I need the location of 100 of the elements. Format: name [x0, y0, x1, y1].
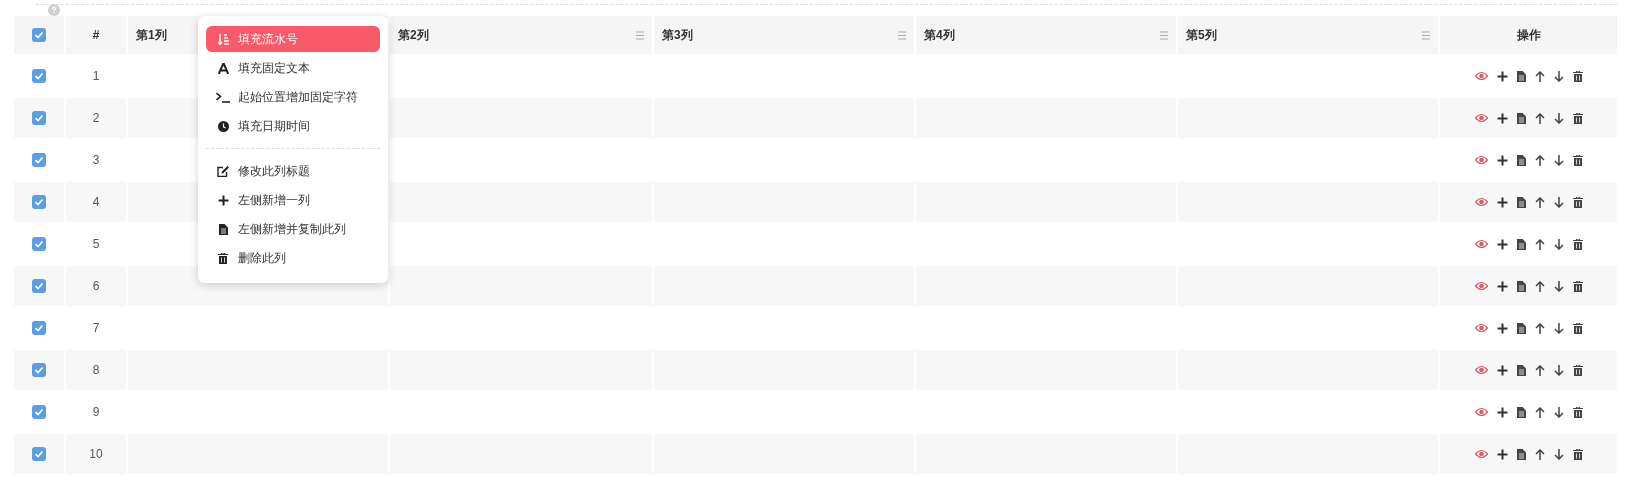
eye-icon[interactable] [1474, 407, 1488, 417]
check-icon [34, 323, 44, 333]
arrow-down-icon[interactable] [1553, 448, 1564, 460]
column-header: 操作 [1516, 27, 1541, 44]
check-icon [34, 197, 44, 207]
file-icon[interactable] [1516, 70, 1526, 82]
arrow-down-icon[interactable] [1553, 280, 1564, 292]
trash-icon[interactable] [1572, 112, 1583, 124]
eye-icon[interactable] [1474, 323, 1488, 333]
checkbox[interactable] [32, 279, 46, 293]
file-icon[interactable] [1516, 322, 1526, 334]
plus-icon[interactable] [1496, 406, 1508, 418]
plus-icon[interactable] [1496, 238, 1508, 250]
arrow-up-icon[interactable] [1534, 406, 1545, 418]
trash-icon[interactable] [1572, 322, 1583, 334]
eye-icon[interactable] [1474, 239, 1488, 249]
plus-icon[interactable] [1496, 448, 1508, 460]
row-number: 6 [92, 278, 100, 295]
check-icon [34, 281, 44, 291]
trash-icon[interactable] [1572, 406, 1583, 418]
eye-icon[interactable] [1474, 71, 1488, 81]
sort-icon [216, 33, 230, 45]
checkbox[interactable] [32, 405, 46, 419]
plus-icon[interactable] [1496, 280, 1508, 292]
plus-icon[interactable] [1496, 70, 1508, 82]
row-number: 8 [92, 362, 100, 379]
menu-item[interactable]: 左侧新增一列 [206, 187, 380, 213]
column-header: 第2列 [398, 27, 429, 44]
terminal-icon [216, 91, 230, 103]
trash-icon[interactable] [1572, 448, 1583, 460]
arrow-up-icon[interactable] [1534, 154, 1545, 166]
trash-icon[interactable] [1572, 280, 1583, 292]
file-icon[interactable] [1516, 280, 1526, 292]
arrow-down-icon[interactable] [1553, 322, 1564, 334]
trash-icon[interactable] [1572, 70, 1583, 82]
file-icon[interactable] [1516, 196, 1526, 208]
file-icon[interactable] [1516, 364, 1526, 376]
plus-icon[interactable] [1496, 154, 1508, 166]
checkbox[interactable] [32, 111, 46, 125]
eye-icon[interactable] [1474, 365, 1488, 375]
checkbox[interactable] [32, 69, 46, 83]
checkbox[interactable] [32, 195, 46, 209]
trash-icon[interactable] [1572, 154, 1583, 166]
plus-icon[interactable] [1496, 196, 1508, 208]
arrow-down-icon[interactable] [1553, 364, 1564, 376]
arrow-down-icon[interactable] [1553, 112, 1564, 124]
arrow-up-icon[interactable] [1534, 322, 1545, 334]
check-icon [34, 113, 44, 123]
trash-icon[interactable] [1572, 196, 1583, 208]
menu-item[interactable]: 填充日期时间 [206, 113, 380, 139]
menu-item[interactable]: 左侧新增并复制此列 [206, 216, 380, 242]
arrow-down-icon[interactable] [1553, 154, 1564, 166]
arrow-down-icon[interactable] [1553, 406, 1564, 418]
eye-icon[interactable] [1474, 449, 1488, 459]
arrow-up-icon[interactable] [1534, 448, 1545, 460]
column-header: 第3列 [662, 27, 693, 44]
arrow-down-icon[interactable] [1553, 70, 1564, 82]
trash-icon[interactable] [1572, 238, 1583, 250]
plus-icon[interactable] [1496, 322, 1508, 334]
checkbox[interactable] [32, 237, 46, 251]
plus-icon [216, 194, 230, 206]
file-icon[interactable] [1516, 154, 1526, 166]
column-header: 第1列 [136, 27, 167, 44]
check-icon [34, 239, 44, 249]
checkbox[interactable] [32, 447, 46, 461]
eye-icon[interactable] [1474, 113, 1488, 123]
menu-item[interactable]: 删除此列 [206, 245, 380, 271]
checkbox[interactable] [32, 321, 46, 335]
row-number: 5 [92, 236, 100, 253]
eye-icon[interactable] [1474, 155, 1488, 165]
row-number: 1 [92, 68, 100, 85]
checkbox[interactable] [32, 28, 46, 42]
eye-icon[interactable] [1474, 281, 1488, 291]
menu-item[interactable]: 起始位置增加固定字符 [206, 84, 380, 110]
arrow-up-icon[interactable] [1534, 70, 1545, 82]
plus-icon[interactable] [1496, 364, 1508, 376]
menu-item[interactable]: 填充固定文本 [206, 55, 380, 81]
file-icon[interactable] [1516, 406, 1526, 418]
menu-item[interactable]: 修改此列标题 [206, 158, 380, 184]
file-icon[interactable] [1516, 448, 1526, 460]
checkbox[interactable] [32, 363, 46, 377]
trash-icon[interactable] [1572, 364, 1583, 376]
eye-icon[interactable] [1474, 197, 1488, 207]
plus-icon[interactable] [1496, 112, 1508, 124]
arrow-down-icon[interactable] [1553, 238, 1564, 250]
checkbox[interactable] [32, 153, 46, 167]
arrow-up-icon[interactable] [1534, 196, 1545, 208]
arrow-down-icon[interactable] [1553, 196, 1564, 208]
arrow-up-icon[interactable] [1534, 364, 1545, 376]
file-icon[interactable] [1516, 238, 1526, 250]
file-icon[interactable] [1516, 112, 1526, 124]
row-number: 10 [89, 446, 103, 463]
check-icon [34, 30, 44, 40]
arrow-up-icon[interactable] [1534, 112, 1545, 124]
arrow-up-icon[interactable] [1534, 280, 1545, 292]
check-icon [34, 155, 44, 165]
check-icon [34, 449, 44, 459]
file-icon [216, 223, 230, 235]
letter-icon [216, 62, 230, 74]
arrow-up-icon[interactable] [1534, 238, 1545, 250]
